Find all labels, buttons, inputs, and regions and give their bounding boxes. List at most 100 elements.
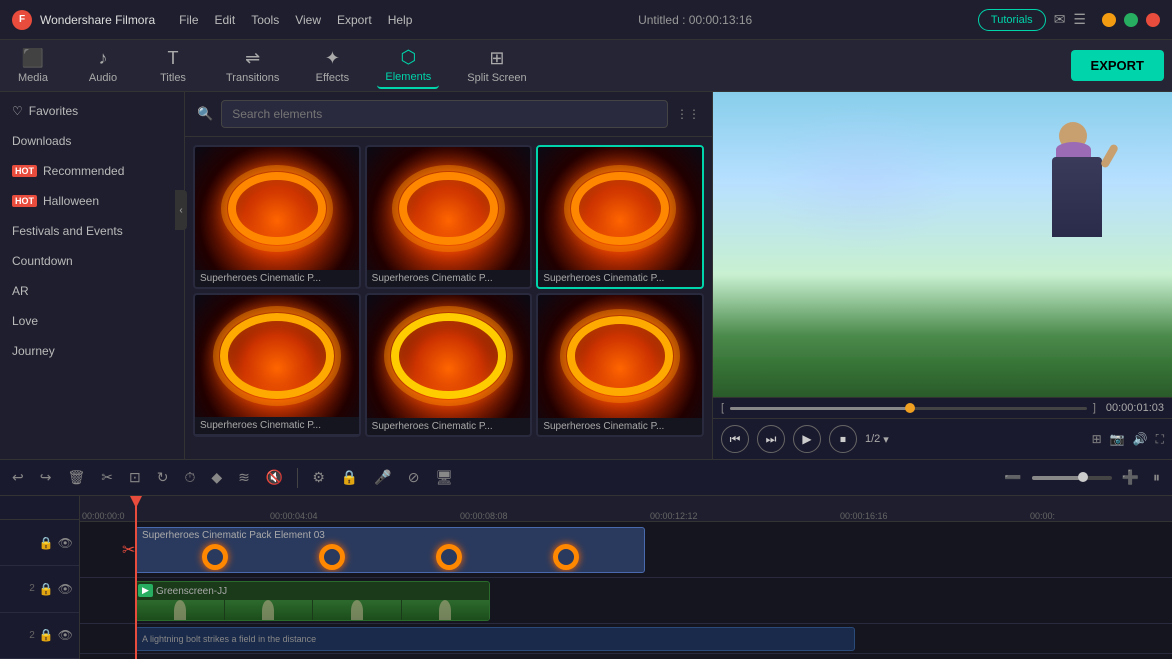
preview-scene: [713, 92, 1172, 397]
toolbar-audio[interactable]: ♪ Audio: [78, 44, 128, 88]
close-button[interactable]: [1146, 13, 1160, 27]
sidebar-item-ar[interactable]: AR: [0, 276, 184, 306]
audio-icon: ♪: [99, 48, 108, 69]
color-button[interactable]: ◆: [207, 465, 226, 490]
rewind-button[interactable]: ⏮: [721, 425, 749, 453]
menu-file[interactable]: File: [179, 13, 198, 27]
elements-panel: 🔍 ⋮⋮ Superheroes Cinematic P...: [185, 92, 712, 459]
timeline-content: 🔒 👁 2 🔒 👁 2 🔒 👁 00:00:00:0 00:00:04:04: [0, 496, 1172, 659]
preview-progress-slider[interactable]: [730, 407, 1087, 410]
snapshot-icon[interactable]: 📷: [1110, 432, 1125, 446]
app-name: Wondershare Filmora: [40, 13, 155, 27]
menu-help[interactable]: Help: [388, 13, 413, 27]
sidebar-item-downloads[interactable]: Downloads: [0, 126, 184, 156]
ruler-mark-0: 00:00:00:0: [82, 511, 125, 521]
lightning-effect: [763, 102, 963, 252]
menu-edit[interactable]: Edit: [215, 13, 236, 27]
sidebar-item-festivals[interactable]: Festivals and Events: [0, 216, 184, 246]
elements-clip[interactable]: Superheroes Cinematic Pack Element 03: [135, 527, 645, 573]
toolbar-elements[interactable]: ⬡ Elements: [377, 43, 439, 89]
layout-icon[interactable]: ⊞: [1092, 432, 1102, 446]
search-input[interactable]: [221, 100, 668, 128]
timeline-playhead[interactable]: [135, 496, 137, 659]
window-controls: [1102, 13, 1160, 27]
hot-badge-halloween: HOT: [12, 195, 37, 207]
video-clip[interactable]: ▶ Greenscreen-JJ: [135, 581, 490, 621]
lock-icon-2[interactable]: 🔒: [39, 582, 54, 596]
crop-button[interactable]: ⊡: [125, 465, 145, 490]
speed-icon[interactable]: ⚙: [308, 465, 329, 490]
play-button[interactable]: ▶: [793, 425, 821, 453]
zoom-slider[interactable]: [1032, 476, 1112, 480]
element-card-4[interactable]: Superheroes Cinematic P...: [193, 293, 361, 437]
thumb-inner-2: [367, 147, 531, 270]
element-label-1: Superheroes Cinematic P...: [195, 270, 359, 287]
sidebar-item-halloween[interactable]: HOT Halloween: [0, 186, 184, 216]
toolbar-titles-label: Titles: [160, 72, 186, 84]
pause-tracks-button[interactable]: ⏸: [1149, 465, 1164, 490]
redo-button[interactable]: ↪: [36, 465, 56, 490]
volume-icon[interactable]: 🔊: [1133, 432, 1148, 446]
zoom-in-button[interactable]: ➕: [1118, 465, 1143, 490]
audio-clip[interactable]: A lightning bolt strikes a field in the …: [135, 627, 855, 651]
toolbar-transitions[interactable]: ⇌ Transitions: [218, 44, 287, 88]
audio-levels-button[interactable]: ≋: [234, 465, 254, 490]
element-label-3: Superheroes Cinematic P...: [538, 270, 702, 287]
timer-button[interactable]: ⏱: [180, 465, 199, 490]
step-back-button[interactable]: ⏭: [757, 425, 785, 453]
toolbar-titles[interactable]: T Titles: [148, 44, 198, 88]
export-button[interactable]: EXPORT: [1071, 50, 1164, 81]
sidebar-item-countdown[interactable]: Countdown: [0, 246, 184, 276]
maximize-button[interactable]: [1124, 13, 1138, 27]
toolbar-splitscreen[interactable]: ⊞ Split Screen: [459, 44, 534, 88]
element-card-5[interactable]: Superheroes Cinematic P...: [365, 293, 533, 437]
sidebar-item-journey[interactable]: Journey: [0, 336, 184, 366]
toolbar-audio-label: Audio: [89, 72, 117, 84]
transitions-icon: ⇌: [245, 48, 260, 69]
toolbar-media[interactable]: ⬛ Media: [8, 44, 58, 88]
app-logo: F: [12, 10, 32, 30]
timeline-zoom: ➖ ➕ ⏸: [1000, 465, 1164, 490]
cut-button[interactable]: ✂: [97, 465, 117, 490]
element-card-6[interactable]: Superheroes Cinematic P...: [536, 293, 704, 437]
eye-icon-2b[interactable]: 👁: [58, 628, 73, 642]
element-card-3[interactable]: Superheroes Cinematic P...: [536, 145, 704, 289]
zoom-out-button[interactable]: ➖: [1000, 465, 1025, 490]
bracket-left: [: [721, 402, 724, 414]
element-card-1[interactable]: Superheroes Cinematic P...: [193, 145, 361, 289]
eye-icon-2[interactable]: 👁: [58, 582, 73, 596]
menu-view[interactable]: View: [295, 13, 321, 27]
adjust-icon[interactable]: 🖥: [432, 465, 458, 490]
fire-ring-5: [391, 313, 506, 399]
split-icon[interactable]: ⊘: [404, 465, 424, 490]
lock-icon-2b[interactable]: 🔒: [39, 628, 54, 642]
menu-export[interactable]: Export: [337, 13, 372, 27]
toolbar-effects[interactable]: ✦ Effects: [307, 44, 357, 88]
delete-button[interactable]: 🗑: [63, 465, 89, 490]
menu-tools[interactable]: Tools: [251, 13, 279, 27]
tutorials-button[interactable]: Tutorials: [978, 9, 1046, 31]
page-dropdown-icon[interactable]: ▾: [883, 433, 889, 446]
notification-icon[interactable]: ✉: [1054, 11, 1066, 28]
grid-toggle-icon[interactable]: ⋮⋮: [676, 107, 700, 121]
eye-icon-1[interactable]: 👁: [58, 536, 73, 550]
minimize-button[interactable]: [1102, 13, 1116, 27]
stop-button[interactable]: ⏹: [829, 425, 857, 453]
clip-ring-1: [202, 544, 228, 570]
undo-button[interactable]: ↩: [8, 465, 28, 490]
video-frame-3: [313, 600, 401, 621]
sidebar-item-favorites[interactable]: ♡ Favorites: [0, 96, 184, 126]
sidebar-item-love[interactable]: Love: [0, 306, 184, 336]
mute-button[interactable]: 🔇: [262, 465, 287, 490]
menu-icon[interactable]: ☰: [1073, 11, 1086, 28]
snap-icon[interactable]: 🔒: [337, 465, 362, 490]
fullscreen-icon[interactable]: ⛶: [1156, 432, 1164, 447]
sidebar-item-recommended[interactable]: HOT Recommended: [0, 156, 184, 186]
rotate-button[interactable]: ↻: [153, 465, 173, 490]
ruler-mark-4: 00:00:16:16: [840, 511, 888, 521]
downloads-label: Downloads: [12, 134, 71, 148]
sidebar-collapse-btn[interactable]: ‹: [175, 190, 185, 230]
voice-icon[interactable]: 🎤: [370, 465, 395, 490]
element-card-2[interactable]: Superheroes Cinematic P...: [365, 145, 533, 289]
lock-icon-1[interactable]: 🔒: [39, 536, 54, 550]
